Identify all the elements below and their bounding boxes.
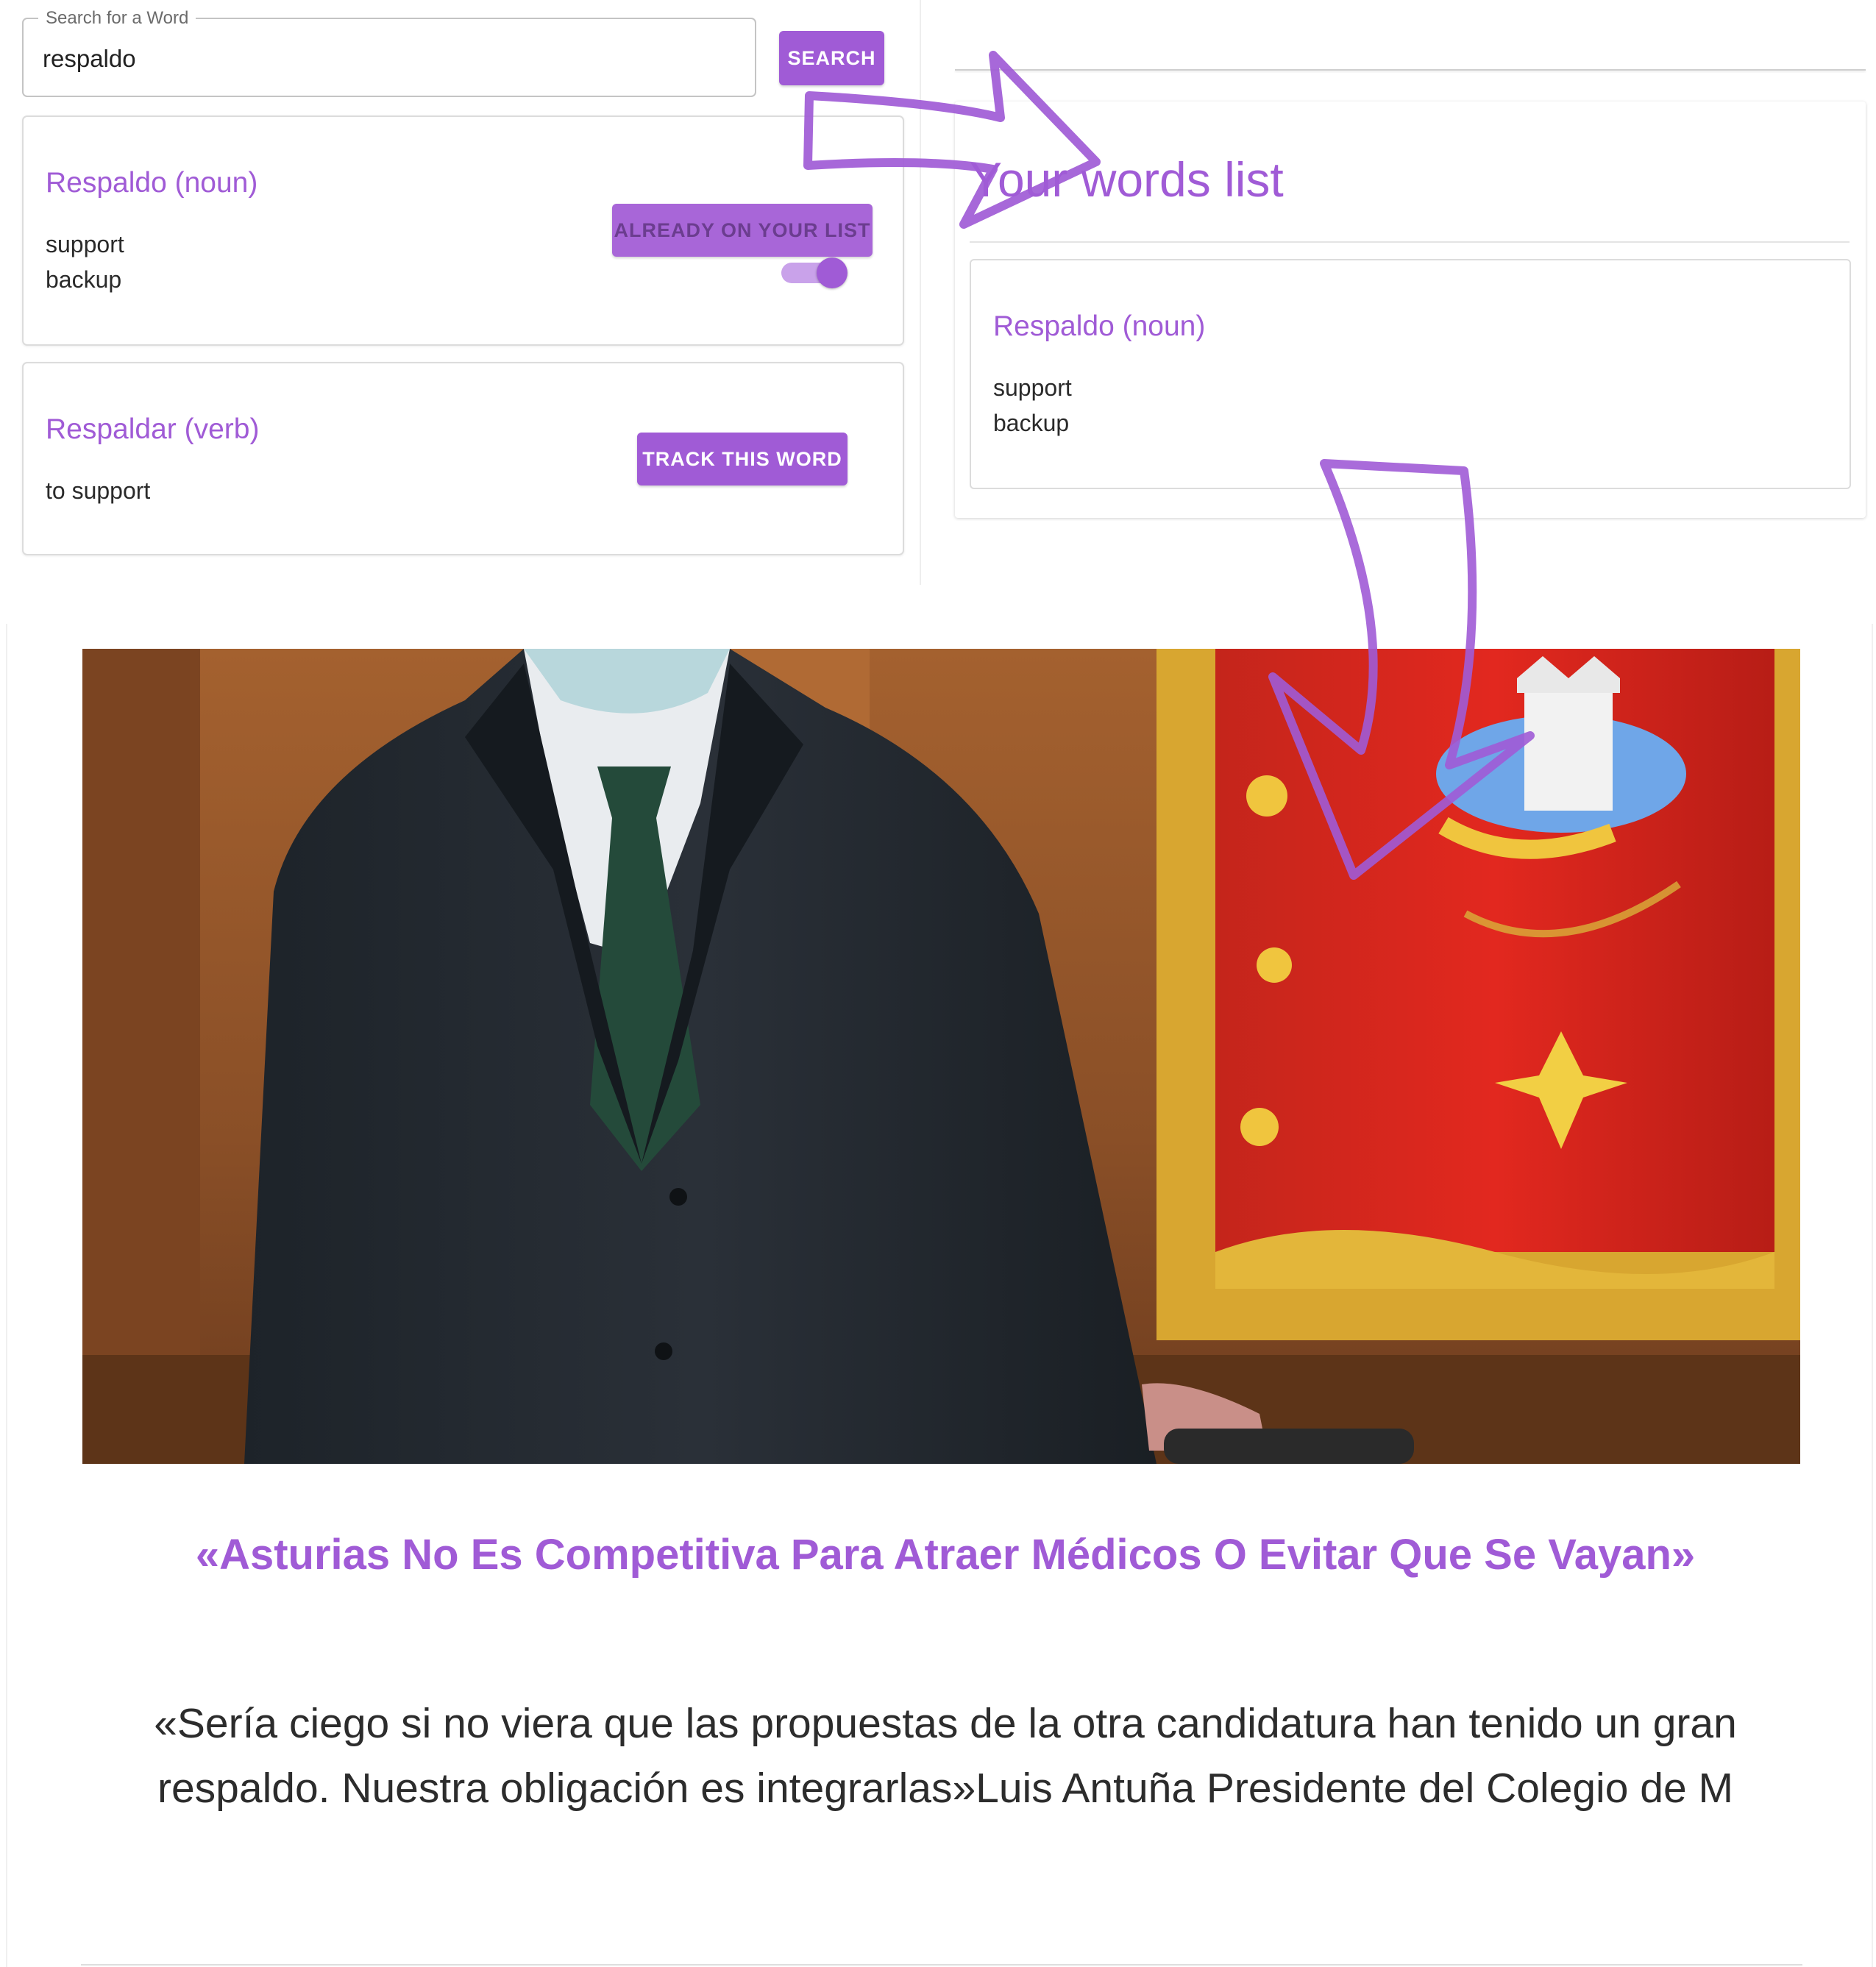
words-list-panel: Your words list Respaldo (noun) support …: [955, 102, 1866, 518]
divider: [970, 241, 1850, 243]
article-photo-illustration: [82, 649, 1800, 1464]
news-article: «Asturias No Es Competitiva Para Atraer …: [6, 624, 1873, 1967]
search-field-label: Search for a Word: [38, 9, 196, 28]
search-input[interactable]: [43, 44, 705, 74]
result-meaning: to support: [46, 477, 151, 504]
divider: [81, 1964, 1802, 1966]
track-word-button[interactable]: TRACK THIS WORD: [637, 433, 848, 485]
result-title: Respaldar (verb): [46, 413, 260, 445]
search-button[interactable]: SEARCH: [779, 31, 884, 85]
words-list-title: Your words list: [970, 152, 1284, 207]
search-field[interactable]: Search for a Word: [22, 9, 756, 97]
saved-word-card: Respaldo (noun) support backup: [970, 259, 1851, 489]
article-quote: «Sería ciego si no viera que las propues…: [154, 1700, 1737, 1812]
result-meaning: backup: [46, 266, 122, 293]
top-divider: [955, 69, 1866, 71]
saved-word-meaning: backup: [993, 410, 1070, 436]
result-meaning: support: [46, 231, 124, 257]
toggle-knob[interactable]: [817, 257, 848, 288]
saved-word-title: Respaldo (noun): [993, 310, 1206, 342]
search-panel: Search for a Word SEARCH Respaldo (noun)…: [0, 0, 921, 585]
already-on-list-button[interactable]: ALREADY ON YOUR LIST: [612, 204, 873, 257]
article-photo: [82, 649, 1800, 1464]
article-headline[interactable]: «Asturias No Es Competitiva Para Atraer …: [147, 1523, 1744, 1587]
saved-word-meaning: support: [993, 374, 1072, 401]
result-title: Respaldo (noun): [46, 167, 258, 199]
